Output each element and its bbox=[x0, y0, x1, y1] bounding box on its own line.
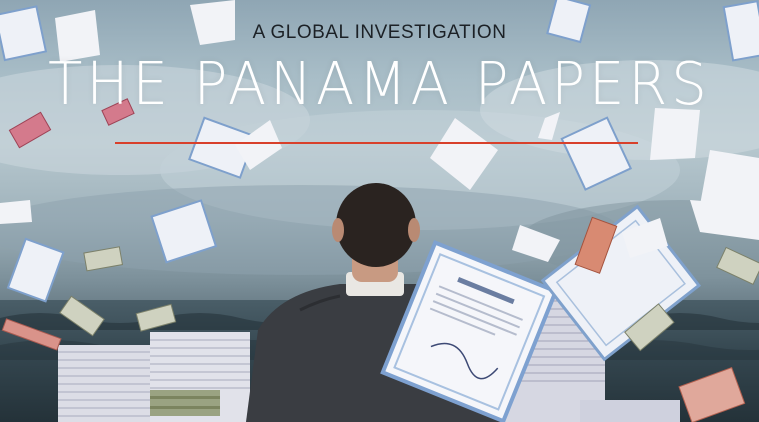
floating-certificate bbox=[560, 116, 633, 191]
paper-stack-left bbox=[58, 332, 250, 422]
headline: THE PANAMA PAPERS bbox=[48, 50, 711, 119]
accent-rule bbox=[115, 142, 638, 144]
kicker-text: A GLOBAL INVESTIGATION bbox=[252, 22, 507, 43]
banknote bbox=[716, 246, 759, 285]
banknote bbox=[83, 246, 124, 272]
floating-certificate bbox=[6, 237, 65, 303]
banknote bbox=[678, 367, 746, 422]
editorial-banner: A GLOBAL INVESTIGATION THE PANAMA PAPERS bbox=[0, 0, 759, 422]
floating-certificate bbox=[150, 199, 218, 264]
